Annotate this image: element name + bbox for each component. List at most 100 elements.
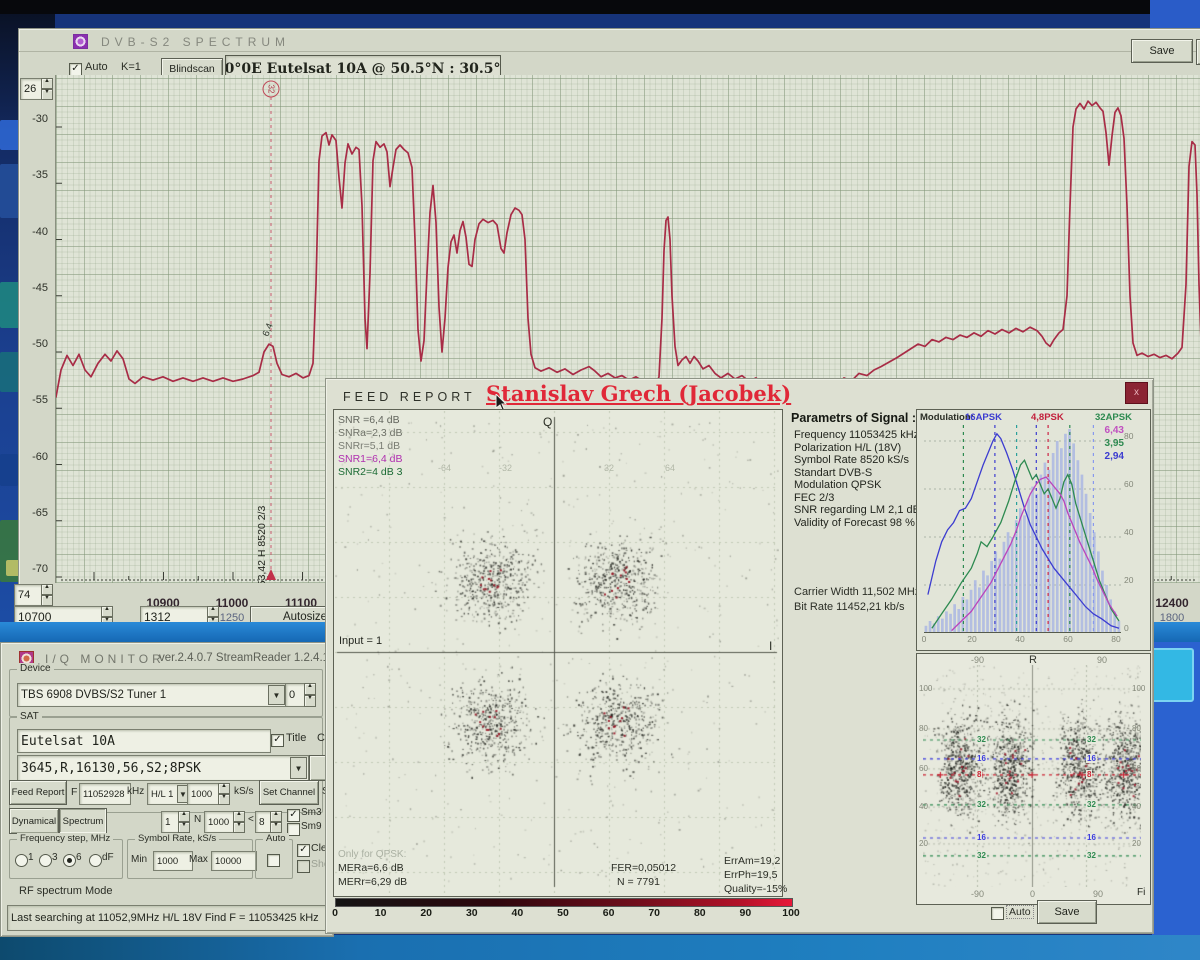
auto-label: Auto (85, 61, 108, 73)
n3-arrows[interactable]: ▲▼ (270, 811, 282, 833)
device-index-arrows[interactable]: ▲▼ (304, 683, 316, 707)
phase-line-label: 8 (1086, 770, 1092, 779)
quality-scale-number: 50 (557, 907, 569, 919)
chevron-down-icon[interactable]: ▼ (268, 685, 285, 705)
phase-y-tick: 100 (919, 684, 933, 693)
n-label: N (194, 814, 201, 825)
polarization-combo[interactable]: H/L 1▼ (147, 783, 191, 805)
close-button[interactable]: x (1125, 382, 1148, 404)
step-3-label: 3 (52, 852, 58, 863)
sat-name-field[interactable]: Eutelsat 10A (17, 729, 271, 753)
phase-line-label: 16 (976, 833, 987, 842)
modulation-y-tick: 20 (1124, 575, 1133, 585)
phase-y-tick: 20 (1132, 839, 1141, 848)
min-field[interactable]: 1000 (153, 851, 193, 871)
top-scale-spinner-arrows[interactable]: ▲▼ (41, 78, 53, 100)
quality-scale-number: 80 (694, 907, 706, 919)
phase-line-label: 16 (1086, 833, 1097, 842)
phase-y-tick: 20 (919, 839, 933, 848)
iq-monitor-window: I/Q MONITOR ver.2.4.0.7 StreamReader 1.2… (0, 642, 334, 937)
set-channel-button[interactable]: Set Channel (259, 780, 319, 805)
dynamical-button[interactable]: Dynamical (9, 808, 59, 834)
symbolrate-arrows[interactable]: ▲▼ (218, 783, 230, 805)
param-line: FEC 2/3 (794, 492, 920, 505)
sm3-checkbox[interactable] (287, 809, 300, 822)
bit-rate-value: Bit Rate 11452,21 kb/s (794, 601, 904, 613)
quality-scale-number: 100 (782, 907, 800, 919)
max-label: Max (189, 854, 208, 865)
param-line: Validity of Forecast 98 % (794, 517, 920, 530)
modulation-x-tick: 60 (1063, 634, 1072, 644)
constellation-grid-label: 32 (604, 463, 614, 473)
spectrum-y-tick: -60 (20, 451, 48, 463)
spectrum-y-tick: -55 (20, 394, 48, 406)
snr-line: SNR2=4 dB 3 (338, 466, 403, 479)
spectrum-x-tick-freq: 12400 (1155, 596, 1188, 610)
step-6-radio[interactable] (63, 854, 76, 867)
errph-value: ErrPh=19,5 (724, 869, 777, 881)
chevron-down-icon[interactable]: ▼ (290, 757, 307, 779)
quality-scale-number: 60 (603, 907, 615, 919)
feed-save-button[interactable]: Save (1037, 900, 1097, 924)
photo-top-bezel (0, 0, 1200, 14)
k-label: K=1 (121, 61, 141, 73)
modulation-x-tick: 20 (967, 634, 976, 644)
marker-top-circle: 32 (263, 81, 279, 97)
modulation-x-tick: 40 (1015, 634, 1024, 644)
spectrum-y-tick: -35 (20, 169, 48, 181)
param-line: Modulation QPSK (794, 479, 920, 492)
sm9-checkbox[interactable] (287, 823, 300, 836)
snr-line: SNRr=5,1 dB (338, 440, 403, 453)
modulation-y-tick: 80 (1124, 431, 1133, 441)
frequency-field[interactable]: 11052928 (79, 783, 131, 805)
phase-top-tick: 90 (1097, 655, 1107, 665)
quality-gradient-bar (335, 898, 793, 907)
step-3-radio[interactable] (39, 854, 52, 867)
channel-combo[interactable]: 3645,R,16130,56,S2;8PSK▼ (17, 755, 309, 781)
sm3-label: Sm3 (301, 807, 322, 818)
phase-bottom-tick: -90 (971, 889, 984, 899)
spectrum-y-tick: -50 (20, 338, 48, 350)
app-icon (73, 34, 88, 49)
step-1-label: 1 (28, 852, 34, 863)
quality-scale-number: 90 (740, 907, 752, 919)
sm9-label: Sm9 (301, 821, 322, 832)
bottom-scale-spinner-arrows[interactable]: ▲▼ (41, 584, 53, 606)
phase-line-label: 32 (976, 735, 987, 744)
watermark-text: Stanislav Grech (Jacobek) (486, 381, 791, 406)
step-df-radio[interactable] (89, 854, 102, 867)
modulation-x-tick: 0 (922, 634, 927, 644)
phase-line-label: 32 (1086, 851, 1097, 860)
svg-text:11053,42 H 8520 2/3: 11053,42 H 8520 2/3 (256, 506, 268, 583)
n1-arrows[interactable]: ▲▼ (178, 811, 190, 833)
device-combo[interactable]: TBS 6908 DVBS/S2 Tuner 1▼ (17, 683, 287, 707)
step-1-radio[interactable] (15, 854, 28, 867)
params-lines: Frequency 11053425 kHzPolarization H/L (… (794, 429, 920, 529)
spectrum-x-tick-freq: 11000 (216, 596, 249, 610)
clear-checkbox[interactable] (297, 844, 310, 857)
partial-button[interactable] (1196, 39, 1200, 65)
spectrum-y-tick: -70 (20, 563, 48, 575)
snr-line: SNR =6,4 dB (338, 414, 403, 427)
phase-bottom-tick: 90 (1093, 889, 1103, 899)
show-checkbox[interactable] (297, 860, 310, 873)
window-version: ver.2.4.0.7 StreamReader 1.2.4.100 (159, 652, 342, 664)
phase-line-label: 32 (976, 800, 987, 809)
constellation-grid-label: -32 (499, 463, 512, 473)
feed-auto-checkbox[interactable] (991, 907, 1004, 920)
feed-report-button[interactable]: Feed Report (9, 780, 67, 805)
carrier-width-value: Carrier Width 11,502 MHz (794, 586, 920, 598)
sr-auto-checkbox[interactable] (267, 854, 280, 867)
window-title: DVB-S2 SPECTRUM (101, 35, 290, 49)
spectrum-y-tick: -40 (20, 226, 48, 238)
spectrum-y-tick: -65 (20, 507, 48, 519)
n2-arrows[interactable]: ▲▼ (233, 811, 245, 833)
spectrum-button[interactable]: Spectrum (59, 808, 107, 834)
max-field[interactable]: 10000 (211, 851, 257, 871)
save-button[interactable]: Save (1131, 39, 1193, 63)
phase-line-label: 32 (1086, 735, 1097, 744)
phase-y-tick: 80 (919, 724, 933, 733)
step-df-label: dF (102, 852, 114, 863)
title-checkbox[interactable] (271, 734, 284, 747)
q-axis-label: Q (543, 415, 552, 429)
